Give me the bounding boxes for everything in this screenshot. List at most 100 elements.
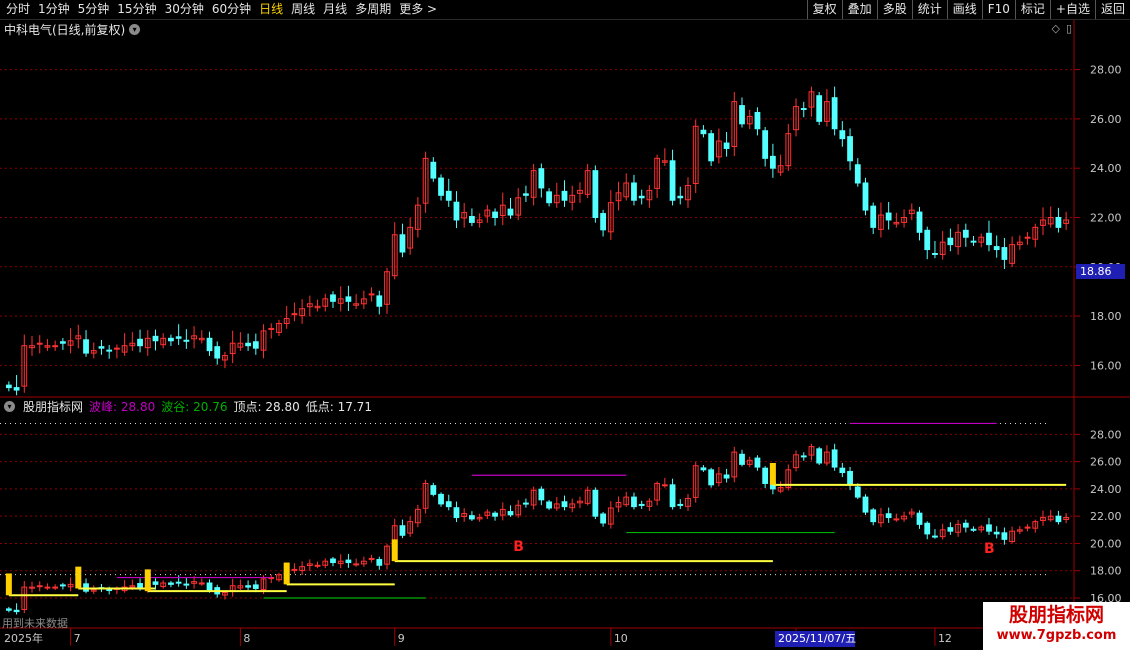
indicator-candle [353,563,360,566]
indicator-candle [5,608,12,611]
indicator-candle [168,582,174,585]
main-candle [98,346,105,349]
main-candle [600,213,606,231]
indicator-candle [831,449,838,468]
indicator-candle [870,509,877,523]
indicator-candle [600,513,606,524]
indicator-candle [44,586,51,589]
main-candle [739,105,745,125]
main-candle [970,240,977,243]
main-candle [839,130,846,140]
indicator-candle [893,518,900,521]
main-candle [677,195,684,199]
main-candle [453,201,460,221]
indicator-candle [59,584,66,587]
main-candle [268,327,275,330]
indicator-y-tick-label: 28.00 [1090,428,1122,441]
main-candle [245,342,251,347]
main-candle [36,342,43,345]
main-candle [986,232,992,246]
indicator-candle [986,524,992,532]
main-y-tick-label: 18.00 [1090,310,1122,323]
main-candle [916,211,923,233]
main-candle [700,129,707,135]
yellow-bar [391,539,398,562]
main-candle [469,216,475,223]
candlestick-chart[interactable]: 28.00 26.00 24.00 22.00 20.00 18.00 16.00 28.00… [0,0,1130,650]
main-y-tick-label: 24.00 [1090,162,1122,175]
main-candle [175,336,182,339]
chevron-down-icon[interactable]: ▾ [4,401,15,412]
x-axis-label: 2025年 [4,631,43,645]
indicator-candle [314,564,321,567]
indicator-candle [970,528,977,531]
indicator-candle [538,488,545,501]
indicator-candle [137,583,143,588]
main-y-tick-label: 26.00 [1090,113,1122,126]
main-candle [993,246,1000,251]
indicator-candle [52,586,59,589]
indicator-header: ▾ 股朋指标网 波峰: 28.80 波谷: 20.76 顶点: 28.80 低点… [4,398,372,415]
indicator-candle [839,467,846,474]
valley-label: 波谷: 20.76 [161,400,228,414]
main-candle [1024,236,1031,239]
main-candle [376,295,383,307]
indicator-candle [816,448,823,464]
main-candle [932,252,938,255]
main-candle [854,164,861,184]
indicator-candle [183,583,190,586]
main-candle [885,212,892,221]
buy-marker: B [513,539,524,555]
main-candle [669,160,676,201]
indicator-candle [345,559,352,564]
indicator-y-tick-label: 24.00 [1090,483,1122,496]
indicator-candle [106,589,113,592]
main-candle [816,95,823,122]
indicator-candle [198,582,205,585]
x-axis-label: 7 [74,632,81,645]
indicator-y-tick-label: 26.00 [1090,456,1122,469]
main-candle [762,130,769,159]
main-candle [291,313,298,316]
indicator-candle [453,507,460,519]
indicator-name: 股朋指标网 [23,400,84,414]
main-candle [962,229,969,238]
indicator-candle [206,582,213,591]
main-candle [183,339,190,342]
indicator-candle [916,512,923,525]
main-candle [168,337,174,342]
low-point-label: 低点: 17.71 [305,400,372,414]
indicator-candle [561,501,568,508]
main-candle [106,349,113,352]
main-candle [862,182,869,211]
indicator-candle [677,503,684,506]
indicator-candle [445,501,452,508]
indicator-candle [993,531,1000,535]
indicator-candle [708,469,715,486]
indicator-candle [885,513,892,519]
main-candle [546,191,552,204]
x-axis-label: 9 [398,632,405,645]
main-candle [214,346,221,359]
main-candle [152,335,159,342]
main-candle [430,161,437,179]
main-candle [870,205,877,228]
main-y-tick-label: 22.00 [1090,212,1122,225]
main-candle [330,294,336,302]
main-candle [5,384,12,389]
main-candle [507,208,514,216]
watermark-title: 股朋指标网 [1008,604,1104,626]
indicator-y-tick-label: 22.00 [1090,510,1122,523]
indicator-candle [762,467,769,484]
x-axis-label: 12 [938,632,952,645]
indicator-candle [492,512,498,517]
indicator-candle [661,484,668,487]
x-axis-label: 8 [243,632,250,645]
yellow-bar [75,566,82,589]
yellow-bar [283,562,290,585]
main-candle [13,387,20,391]
watermark-logo: 股朋指标网 www.7gpzb.com [983,602,1130,650]
future-data-note: 用到未来数据 [2,617,68,630]
indicator-candle [245,585,251,588]
indicator-candle [1024,526,1031,529]
